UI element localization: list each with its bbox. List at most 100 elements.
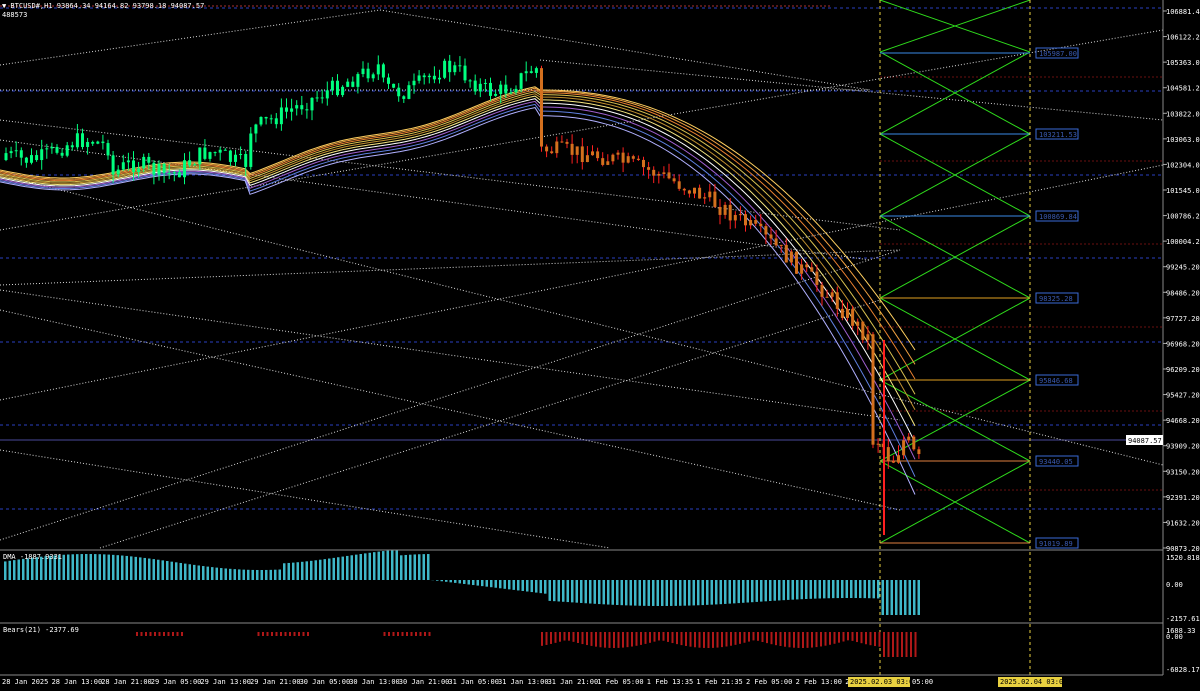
candle-body (177, 172, 181, 178)
bears-bar (581, 632, 584, 645)
candle-body (871, 334, 875, 445)
dma-bar (584, 580, 587, 604)
price-label: 92391.20 (1166, 494, 1200, 502)
time-axis[interactable]: 28 Jan 2025 28 Jan 13:00 28 Jan 21:00 29 Ja… (2, 677, 1067, 687)
dma-bar (598, 580, 601, 605)
dma-bar (170, 561, 173, 580)
candle-body (24, 157, 28, 163)
candle-body (30, 155, 33, 163)
candle-body (789, 251, 793, 263)
dma-bar (827, 580, 830, 599)
candle-body (550, 151, 554, 154)
time-label: 1 Feb 21:35 (696, 678, 742, 686)
bears-bar (869, 632, 872, 646)
price-label: 91632.20 (1166, 519, 1200, 527)
dma-bar (355, 554, 358, 580)
bears-bar (640, 632, 642, 645)
candle-body (183, 160, 186, 178)
bears-bar (392, 632, 395, 636)
dma-bar (728, 580, 731, 604)
ma-line (0, 100, 916, 460)
candle-body (606, 161, 610, 165)
time-label: 30 Jan 21:00 (399, 678, 450, 686)
candle-body (917, 449, 921, 455)
candle-body (718, 206, 722, 215)
candle-body (907, 436, 911, 441)
dma-bar (580, 580, 583, 603)
dma-bar (373, 552, 376, 580)
vertical-time-markers (879, 0, 1031, 675)
candle-body (764, 226, 768, 235)
price-label: 100786.20 (1166, 213, 1200, 221)
dma-bar (571, 580, 574, 603)
candle-body (626, 156, 630, 163)
level-label: 95846.68 (1039, 377, 1073, 385)
candle-body (96, 141, 100, 144)
dma-bar (872, 580, 875, 599)
candle-body (4, 153, 8, 160)
candle-body (86, 141, 90, 147)
candle-body (647, 167, 651, 170)
candle-body (856, 321, 860, 326)
dma-bar (472, 580, 475, 586)
dma-bar (805, 580, 808, 599)
candle-body (835, 292, 839, 309)
candle-body (167, 172, 171, 174)
dma-bar (395, 549, 398, 580)
dma-bar (125, 555, 128, 580)
candle-body (580, 146, 584, 163)
price-label: 98486.20 (1166, 289, 1200, 297)
bears-bar (847, 632, 849, 641)
dma-bar (760, 580, 763, 602)
candle-body (376, 64, 380, 75)
candle-body (295, 105, 299, 109)
bears-bar (667, 632, 669, 642)
indicator-scale-label: 0.00 (1166, 633, 1183, 641)
candle-body (728, 204, 732, 221)
dma-bar (346, 555, 349, 580)
bears-bar (860, 632, 863, 644)
candle-body (218, 149, 222, 153)
bears-bar (811, 632, 813, 648)
price-label: 102304.00 (1166, 161, 1200, 169)
dma-bar (139, 557, 142, 580)
dma-bar (161, 560, 164, 580)
chart-canvas[interactable]: 105987.00 103211.53 100869.84 98325.28 95846… (0, 0, 1200, 691)
dma-bar (143, 557, 146, 580)
candle-body (754, 220, 758, 224)
candle-body (35, 155, 39, 161)
candle-body (448, 60, 452, 73)
dma-bar (701, 580, 704, 606)
bears-bar (851, 632, 854, 641)
candle-body (188, 160, 192, 166)
bears-bar (266, 632, 269, 636)
candle-body (585, 155, 589, 163)
bears-bar (694, 632, 696, 648)
dma-bar (841, 580, 844, 599)
dma-bar (296, 562, 299, 580)
ma-line (0, 87, 916, 365)
candle-body (601, 158, 605, 165)
dma-bar (76, 554, 79, 580)
dma-bar (503, 580, 506, 589)
candle-body (596, 151, 600, 159)
candle-body (611, 154, 615, 162)
candle-body (473, 80, 477, 92)
dma-bar (526, 580, 529, 592)
candle-body (784, 244, 788, 263)
dma-bar (247, 569, 250, 580)
ma-line (0, 89, 916, 380)
bears-bar (568, 632, 570, 641)
dma-bar (688, 580, 691, 606)
candle-body (132, 160, 135, 172)
candle-body (40, 149, 44, 161)
dma-bar (517, 580, 520, 591)
candle-body (392, 83, 396, 88)
bears-bar (824, 632, 827, 646)
candle-body (397, 87, 401, 97)
candle-body (795, 251, 798, 274)
dma-bar (661, 580, 664, 606)
dma-bar (413, 554, 416, 580)
candle-body (672, 178, 676, 182)
fan-line (0, 249, 901, 286)
